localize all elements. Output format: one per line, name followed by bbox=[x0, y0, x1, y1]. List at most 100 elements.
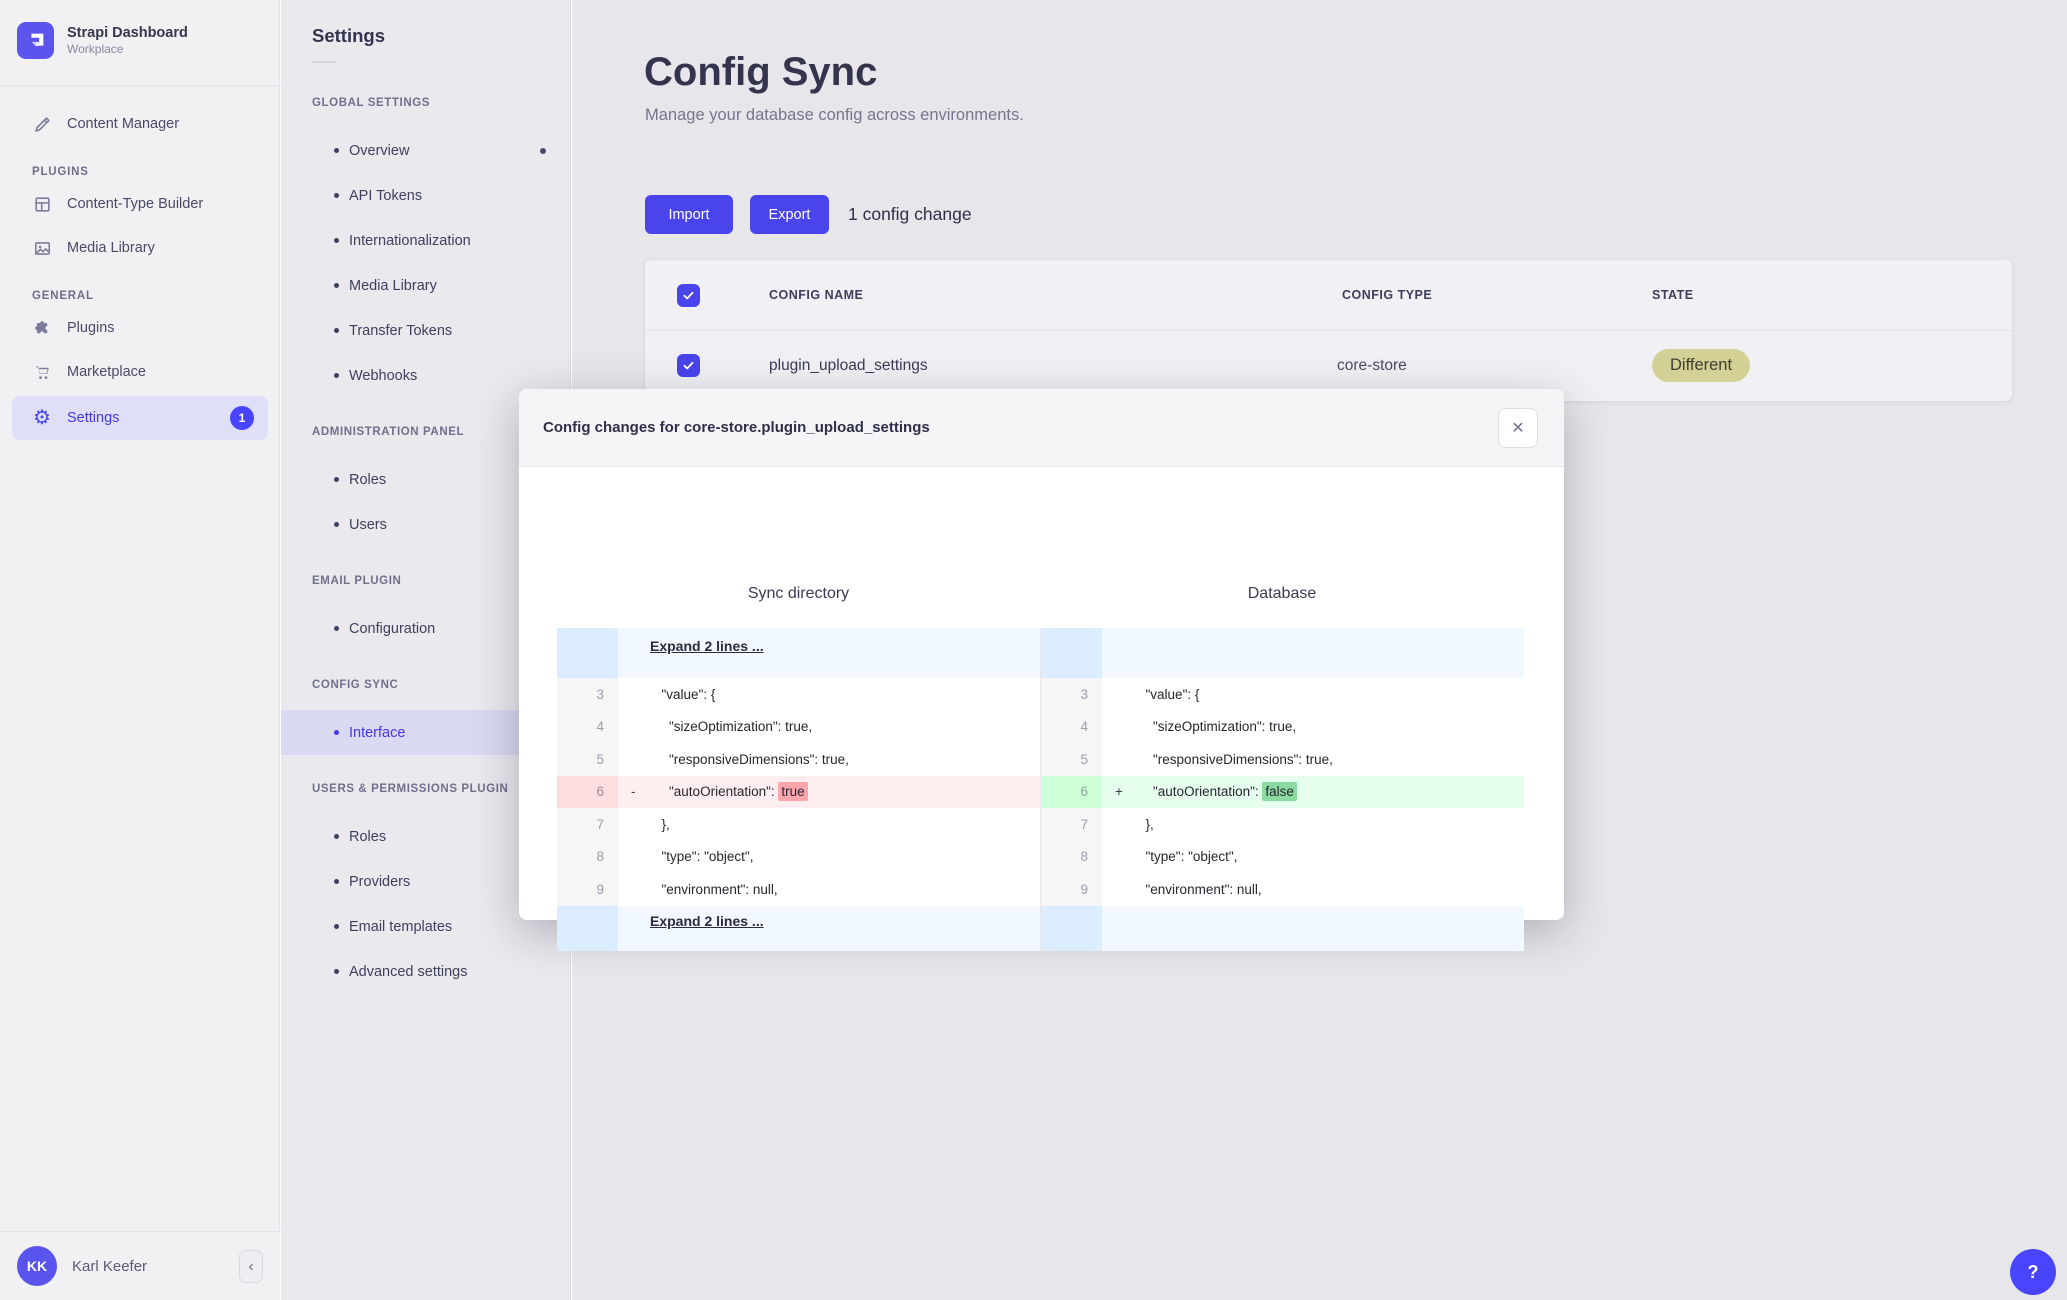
settings-nav-item-transfer-tokens[interactable]: Transfer Tokens bbox=[281, 308, 570, 353]
settings-title-divider bbox=[312, 61, 336, 63]
close-icon[interactable]: ✕ bbox=[1498, 407, 1538, 448]
expand-lines-link[interactable]: Expand 2 lines ... bbox=[650, 628, 764, 678]
settings-nav-item-label: Providers bbox=[349, 873, 411, 890]
export-button[interactable]: Export bbox=[750, 195, 829, 234]
nav-item-content-manager[interactable]: Content Manager bbox=[0, 102, 280, 146]
bullet-icon bbox=[334, 924, 339, 929]
settings-nav-item-overview[interactable]: Overview bbox=[281, 128, 570, 173]
line-number: 8 bbox=[1041, 840, 1102, 873]
help-button[interactable]: ? bbox=[2010, 1249, 2056, 1295]
settings-nav-item-label: Webhooks bbox=[349, 367, 418, 384]
code-text: "sizeOptimization": true, bbox=[1138, 719, 1297, 735]
col-header-state: STATE bbox=[1652, 288, 1694, 302]
settings-nav-item-label: Overview bbox=[349, 142, 410, 159]
line-number: 8 bbox=[557, 840, 618, 873]
table-header-row: CONFIG NAME CONFIG TYPE STATE bbox=[645, 260, 2012, 331]
added-word: false bbox=[1262, 782, 1297, 802]
avatar[interactable]: KK bbox=[17, 1246, 57, 1286]
code-text: "value": { bbox=[654, 686, 716, 702]
settings-section-global-settings: GLOBAL SETTINGS bbox=[312, 97, 431, 109]
bullet-icon bbox=[334, 148, 339, 153]
collapse-sidebar-button[interactable]: ‹ bbox=[239, 1249, 263, 1283]
workspace-header[interactable]: Strapi Dashboard Workplace bbox=[0, 0, 279, 79]
settings-nav-item-label: Advanced settings bbox=[349, 963, 468, 980]
code-text: "autoOrientation": true bbox=[650, 782, 1040, 802]
settings-title: Settings bbox=[312, 25, 385, 46]
code-text: }, bbox=[1138, 816, 1154, 832]
settings-section-email-plugin: EMAIL PLUGIN bbox=[312, 575, 402, 587]
import-button[interactable]: Import bbox=[645, 195, 733, 234]
settings-nav-item-label: Internationalization bbox=[349, 232, 471, 249]
nav-item-plugins[interactable]: Plugins bbox=[0, 306, 280, 350]
diff-line-6-added: 6 + "autoOrientation": false bbox=[1041, 775, 1524, 808]
nav-item-content-type-builder[interactable]: Content-Type Builder bbox=[0, 182, 280, 226]
diff-line-9: 9 "environment": null, bbox=[1041, 873, 1524, 906]
line-number: 3 bbox=[1041, 678, 1102, 711]
settings-nav-item-label: API Tokens bbox=[349, 187, 423, 204]
user-name: Karl Keefer bbox=[72, 1257, 148, 1275]
settings-nav-item-internationalization[interactable]: Internationalization bbox=[281, 218, 570, 263]
line-number: 9 bbox=[1041, 873, 1102, 906]
removed-marker: - bbox=[631, 784, 636, 800]
config-diff-modal: Config changes for core-store.plugin_upl… bbox=[519, 389, 1564, 951]
settings-nav-item-label: Users bbox=[349, 516, 387, 533]
puzzle-icon bbox=[32, 318, 52, 338]
settings-nav-item-advanced-settings[interactable]: Advanced settings bbox=[281, 949, 570, 994]
settings-nav-item-label: Email templates bbox=[349, 918, 453, 935]
added-marker: + bbox=[1115, 784, 1123, 800]
nav-item-label: Media Library bbox=[67, 240, 155, 256]
diff-line-5: 5 "responsiveDimensions": true, bbox=[1041, 743, 1524, 776]
nav-item-label: Settings bbox=[67, 410, 120, 426]
code-text: "sizeOptimization": true, bbox=[654, 719, 813, 735]
line-number: 6 bbox=[1041, 775, 1102, 808]
code-text: "environment": null, bbox=[1138, 881, 1262, 897]
line-number: 9 bbox=[557, 873, 618, 906]
diff-left-title: Sync directory bbox=[747, 585, 850, 602]
workspace-name: Workplace bbox=[67, 42, 124, 56]
nav-item-label: Plugins bbox=[67, 320, 115, 336]
line-number: 7 bbox=[1041, 808, 1102, 841]
settings-nav-item-api-tokens[interactable]: API Tokens bbox=[281, 173, 570, 218]
app-title: Strapi Dashboard bbox=[67, 25, 188, 41]
nav-item-label: Content-Type Builder bbox=[67, 196, 204, 212]
select-all-checkbox[interactable] bbox=[677, 284, 700, 307]
diff-expand-gutter bbox=[557, 628, 618, 678]
code-text: "type": "object", bbox=[654, 849, 754, 865]
bullet-icon bbox=[334, 522, 339, 527]
diff-expand-gutter bbox=[557, 905, 618, 951]
diff-line-8: 8 "type": "object", bbox=[1041, 840, 1524, 873]
diff-pane-sync-directory: Expand 2 lines ... 3 "value": {4 "sizeOpt… bbox=[557, 628, 1040, 951]
bullet-icon bbox=[334, 834, 339, 839]
line-number: 6 bbox=[557, 775, 618, 808]
code-text: "responsiveDimensions": true, bbox=[1138, 751, 1333, 767]
settings-notification-badge: 1 bbox=[230, 406, 254, 430]
settings-nav-item-label: Transfer Tokens bbox=[349, 322, 453, 339]
nav-item-marketplace[interactable]: Marketplace bbox=[0, 350, 280, 394]
line-number: 5 bbox=[1041, 743, 1102, 776]
nav-item-label: Marketplace bbox=[67, 364, 146, 380]
settings-nav-item-label: Configuration bbox=[349, 620, 436, 637]
gear-icon: ⚙ bbox=[33, 407, 51, 429]
code-text: "responsiveDimensions": true, bbox=[654, 751, 849, 767]
expand-lines-link[interactable]: Expand 2 lines ... bbox=[650, 906, 764, 951]
page-subtitle: Manage your database config across envir… bbox=[645, 106, 1024, 124]
config-table: CONFIG NAME CONFIG TYPE STATE plugin_upl… bbox=[645, 260, 2012, 401]
settings-section-users-permissions-plugin: USERS & PERMISSIONS PLUGIN bbox=[312, 783, 509, 795]
bullet-icon bbox=[334, 879, 339, 884]
picture-icon bbox=[32, 238, 52, 258]
bullet-icon bbox=[334, 969, 339, 974]
nav-item-media-library[interactable]: Media Library bbox=[0, 226, 280, 270]
nav-item-settings[interactable]: ⚙ Settings 1 bbox=[12, 396, 268, 440]
config-change-count: 1 config change bbox=[848, 204, 972, 224]
diff-pane-database: 3 "value": {4 "sizeOptimization": true, 5… bbox=[1040, 628, 1524, 951]
line-number: 4 bbox=[1041, 710, 1102, 743]
bullet-icon bbox=[334, 238, 339, 243]
row-checkbox[interactable] bbox=[677, 354, 700, 377]
code-text: "value": { bbox=[1138, 686, 1200, 702]
diff-line-4: 4 "sizeOptimization": true, bbox=[1041, 710, 1524, 743]
nav-section-plugins: PLUGINS bbox=[32, 166, 89, 178]
diff-line-8: 8 "type": "object", bbox=[557, 840, 1040, 873]
sidebar-footer: KK Karl Keefer ‹ bbox=[0, 1231, 280, 1300]
settings-nav-item-media-library[interactable]: Media Library bbox=[281, 263, 570, 308]
notification-dot-icon bbox=[540, 147, 546, 154]
